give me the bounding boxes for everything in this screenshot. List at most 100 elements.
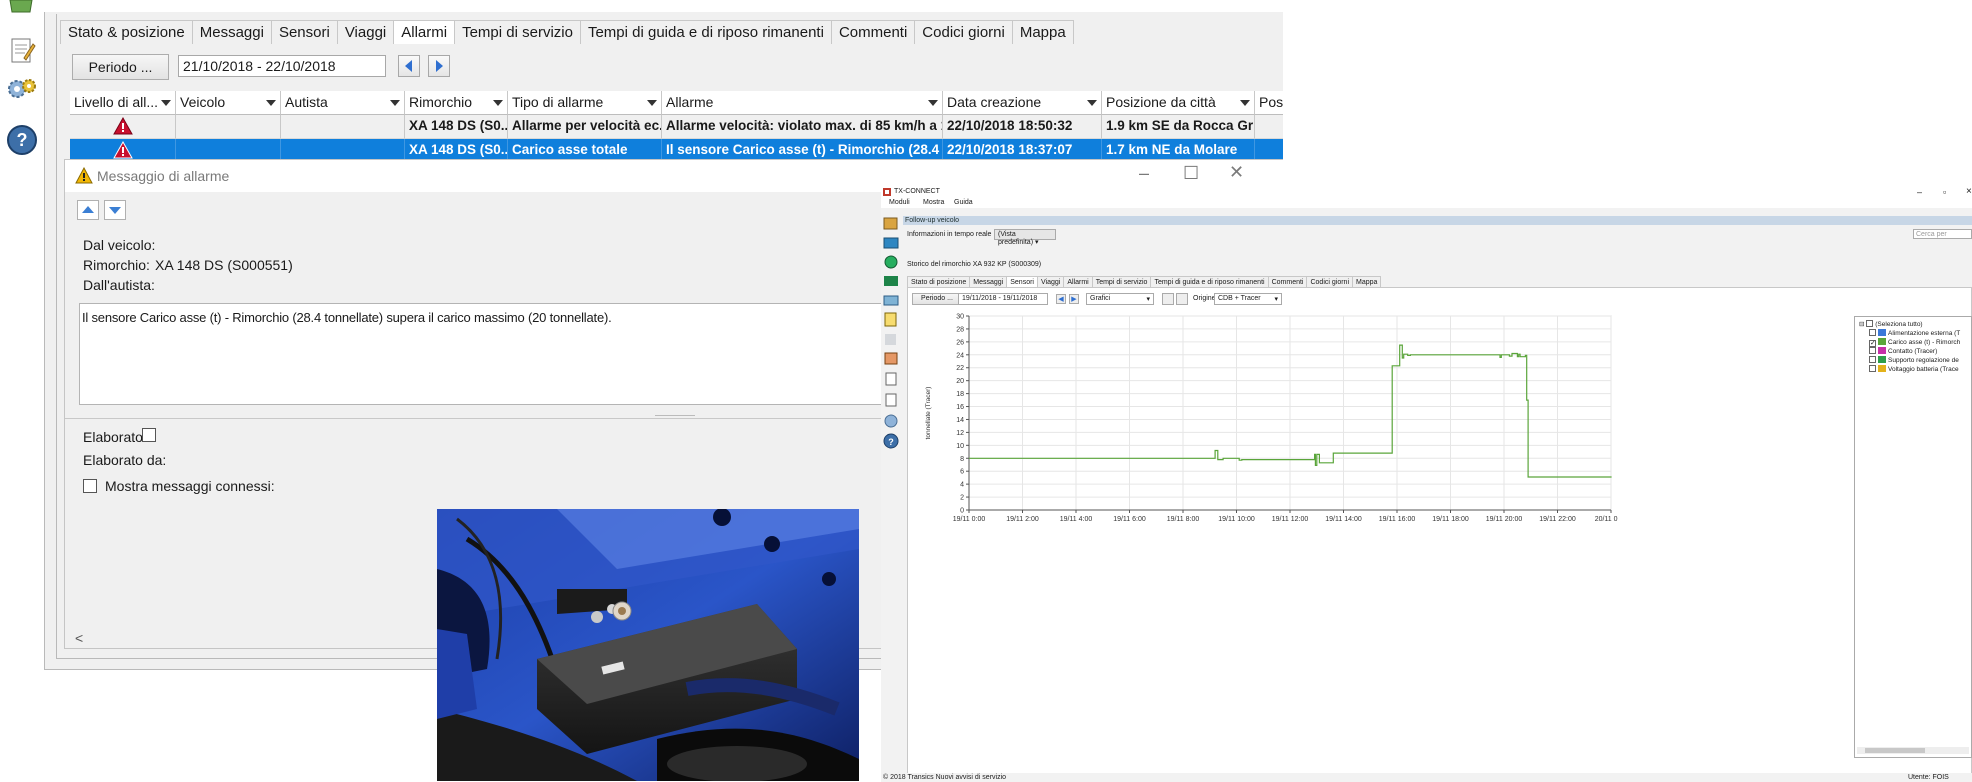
legend-item[interactable]: ✓ Carico asse (t) - Rimorch (1869, 338, 1960, 347)
minimize-button[interactable]: – (1917, 187, 1922, 197)
table-header: Livello di all... Veicolo Autista Rimorc… (70, 91, 1283, 115)
close-button[interactable]: × (1966, 186, 1972, 197)
column-header-tipo[interactable]: Tipo di allarme (508, 91, 662, 115)
view-select[interactable]: (Vista predefinita) ▾ (994, 229, 1056, 246)
column-header-allarme[interactable]: Allarme (662, 91, 943, 115)
mostra-messaggi-label: Mostra messaggi connessi: (105, 478, 275, 494)
status-user: Utente: FOIS ANDRE (1908, 774, 1949, 781)
book-icon[interactable] (6, 0, 38, 32)
select-all-checkbox (1866, 320, 1874, 327)
legend-root[interactable]: ⊟ (Seleziona tutto) (1859, 320, 1923, 329)
maximize-button[interactable]: ☐ (1183, 163, 1199, 184)
table-row[interactable]: XA 148 DS (S0... Allarme per velocità ec… (70, 115, 1283, 139)
tab-messaggi[interactable]: Messaggi (191, 20, 272, 44)
tx-connect-window: TX-CONNECT – ▫ × Moduli Mostra Guida ? F… (881, 186, 1972, 782)
column-header-rimorchio[interactable]: Rimorchio (405, 91, 508, 115)
status-copyright: © 2018 Transics Nuovi avvisi di servizio (883, 774, 1007, 781)
y-tick-label: 16 (956, 404, 964, 411)
y-tick-label: 30 (956, 314, 964, 321)
tab-messaggi[interactable]: Messaggi (969, 276, 1008, 287)
scroll-left-icon[interactable]: < (75, 630, 83, 646)
legend-swatch (1878, 338, 1886, 345)
app-logo-icon (883, 188, 891, 196)
table-body: XA 148 DS (S0... Allarme per velocità ec… (70, 115, 1283, 163)
column-header-posi[interactable]: Posi (1255, 91, 1283, 115)
posi-cell (1255, 115, 1283, 139)
minimize-button[interactable]: – (1139, 163, 1149, 184)
tab-mappa[interactable]: Mappa (1352, 276, 1382, 287)
close-button[interactable]: ✕ (1229, 162, 1244, 183)
arrow-right-icon (436, 60, 443, 72)
tab-stato-posizione[interactable]: Stato & posizione (60, 20, 193, 44)
menu-mostra[interactable]: Mostra (923, 199, 944, 206)
elaborato-da-label: Elaborato da: (83, 452, 167, 468)
tipo-cell: Allarme per velocità ec... (508, 115, 662, 139)
legend-swatch (1878, 347, 1886, 354)
legend-scrollbar[interactable] (1857, 747, 1969, 754)
column-header-veicolo[interactable]: Veicolo (176, 91, 281, 115)
previous-message-button[interactable] (77, 200, 99, 220)
sensor-panel: Periodo ... 19/11/2018 - 19/11/2018 ◀ ▶ … (907, 287, 1972, 782)
x-tick-label: 19/11 16:00 (1379, 516, 1416, 523)
y-tick-label: 12 (956, 430, 964, 437)
tab-allarmi[interactable]: Allarmi (393, 20, 456, 44)
dropdown-arrow-icon (1240, 100, 1250, 106)
axle-load-sensor-photo (437, 509, 859, 781)
previous-period-button[interactable] (398, 55, 420, 77)
y-tick-label: 4 (960, 482, 964, 489)
tab-tempi-guida-riposo[interactable]: Tempi di guida e di riposo rimanenti (579, 20, 832, 44)
menu-bar: Moduli Mostra Guida (881, 198, 1972, 208)
tab-codici-giorni[interactable]: Codici giorni (914, 20, 1013, 44)
tab-stato-posizione[interactable]: Stato di posizione (907, 276, 971, 287)
column-header-data[interactable]: Data creazione (943, 91, 1102, 115)
mostra-messaggi-checkbox[interactable] (83, 479, 97, 493)
period-button[interactable]: Periodo ... (72, 54, 169, 80)
column-header-posizione[interactable]: Posizione da città (1102, 91, 1255, 115)
dropdown-arrow-icon (266, 100, 276, 106)
next-period-button[interactable] (428, 55, 450, 77)
help-icon[interactable]: ? (6, 124, 38, 156)
restore-button[interactable]: ▫ (1943, 187, 1946, 197)
legend-swatch (1878, 329, 1886, 336)
legend-scrollbar-thumb[interactable] (1865, 748, 1925, 753)
y-tick-label: 6 (960, 469, 964, 476)
storico-label: Storico del rimorchio XA 932 KP (S000309… (907, 261, 1042, 268)
tab-commenti[interactable]: Commenti (1267, 276, 1308, 287)
column-header-autista[interactable]: Autista (281, 91, 405, 115)
y-axis-label: tonnellate (Tracer) (925, 387, 932, 440)
tab-codici-giorni[interactable]: Codici giorni (1306, 276, 1354, 287)
tab-sensori[interactable]: Sensori (1006, 276, 1038, 287)
tab-tempi-servizio[interactable]: Tempi di servizio (1091, 276, 1152, 287)
legend-item[interactable]: Alimentazione esterna (T (1869, 329, 1960, 338)
gears-icon[interactable] (6, 76, 38, 108)
autista-cell (281, 115, 405, 139)
column-header-livello[interactable]: Livello di all... (70, 91, 176, 115)
tab-tempi-guida-riposo[interactable]: Tempi di guida e di riposo rimanenti (1150, 276, 1269, 287)
y-tick-label: 26 (956, 339, 964, 346)
legend-item[interactable]: Supporto regolazione de (1869, 356, 1959, 365)
info-bar: Informazioni in tempo reale (Vista prede… (903, 226, 1972, 246)
search-input[interactable]: Cerca per (1913, 229, 1972, 239)
menu-moduli[interactable]: Moduli (889, 199, 910, 206)
date-range-field[interactable]: 21/10/2018 - 22/10/2018 (178, 55, 386, 77)
legend-item[interactable]: Voltaggio batteria (Trace (1869, 365, 1959, 374)
notepad-icon[interactable] (6, 36, 38, 68)
dropdown-arrow-icon (928, 100, 938, 106)
tab-allarmi[interactable]: Allarmi (1063, 276, 1093, 287)
y-tick-label: 2 (960, 495, 964, 502)
tab-viaggi[interactable]: Viaggi (1036, 276, 1065, 287)
module-icons: ? (883, 217, 899, 449)
next-message-button[interactable] (104, 200, 126, 220)
x-tick-label: 19/11 10:00 (1218, 516, 1255, 523)
tab-commenti[interactable]: Commenti (830, 20, 916, 44)
dropdown-arrow-icon (647, 100, 657, 106)
tab-tempi-servizio[interactable]: Tempi di servizio (454, 20, 581, 44)
menu-guida[interactable]: Guida (954, 199, 973, 206)
legend-item[interactable]: Contatto (Tracer) (1869, 347, 1937, 356)
tab-mappa[interactable]: Mappa (1011, 20, 1074, 44)
y-tick-label: 20 (956, 378, 964, 385)
follow-up-header: Follow-up veicolo (903, 216, 1972, 225)
tab-viaggi[interactable]: Viaggi (336, 20, 395, 44)
elaborato-checkbox[interactable] (142, 428, 156, 442)
tab-sensori[interactable]: Sensori (270, 20, 338, 44)
